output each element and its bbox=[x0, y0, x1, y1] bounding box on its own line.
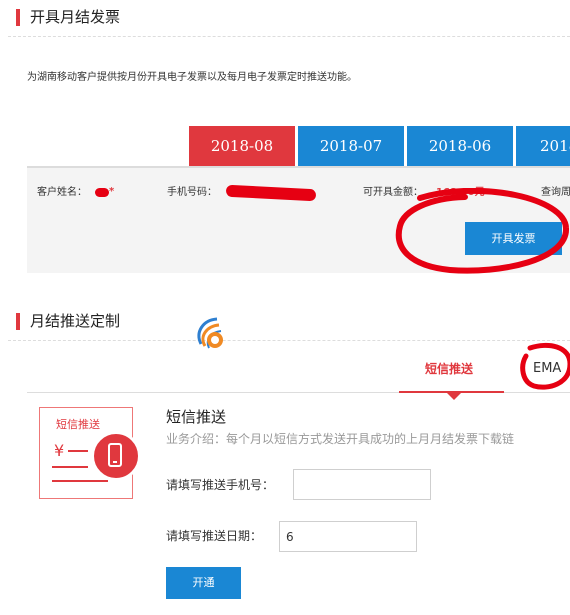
section-divider bbox=[8, 340, 570, 341]
push-phone-input[interactable] bbox=[293, 469, 431, 500]
phone-number-label: 手机号码： bbox=[167, 187, 217, 198]
push-date-label: 请填写推送日期： bbox=[166, 529, 263, 543]
activate-button[interactable]: 开通 bbox=[166, 567, 241, 599]
section-accent-bar bbox=[16, 9, 20, 26]
annotation-circle-scribble bbox=[395, 188, 570, 274]
customer-name-value: * bbox=[109, 186, 115, 197]
card-decor-line bbox=[52, 466, 88, 468]
push-date-input[interactable] bbox=[279, 521, 417, 552]
customer-name-label: 客户姓名： bbox=[37, 187, 87, 198]
annotation-circle-scribble bbox=[520, 342, 570, 390]
section-divider bbox=[8, 36, 570, 37]
watermark-logo-icon bbox=[197, 317, 223, 349]
active-tab-pointer-icon bbox=[447, 393, 461, 400]
sms-card-label: 短信推送 bbox=[56, 418, 100, 431]
yen-icon: ¥ bbox=[54, 441, 65, 460]
tab-month-2018-08[interactable]: 2018-08 bbox=[189, 126, 295, 166]
push-section-title: 月结推送定制 bbox=[30, 312, 121, 330]
phone-badge-icon bbox=[91, 431, 141, 481]
sms-push-title: 短信推送 bbox=[166, 408, 227, 426]
intro-text: 为湖南移动客户提供按月份开具电子发票以及每月电子发票定时推送功能。 bbox=[27, 72, 357, 83]
section-accent-bar bbox=[16, 313, 20, 330]
tab-month-2018-06[interactable]: 2018-06 bbox=[407, 126, 513, 166]
tab-month-2018-05[interactable]: 2018 bbox=[516, 126, 570, 166]
push-phone-label: 请填写推送手机号： bbox=[166, 478, 275, 492]
page-title: 开具月结发票 bbox=[30, 8, 121, 26]
card-decor-line bbox=[52, 480, 108, 482]
tab-month-2018-07[interactable]: 2018-07 bbox=[298, 126, 404, 166]
redacted-name-scribble bbox=[95, 188, 109, 197]
tab-sms-push[interactable]: 短信推送 bbox=[425, 361, 473, 377]
sms-push-description: 业务介绍：每个月以短信方式发送开具成功的上月月结发票下载链 bbox=[166, 432, 515, 446]
card-decor-line bbox=[68, 450, 88, 452]
